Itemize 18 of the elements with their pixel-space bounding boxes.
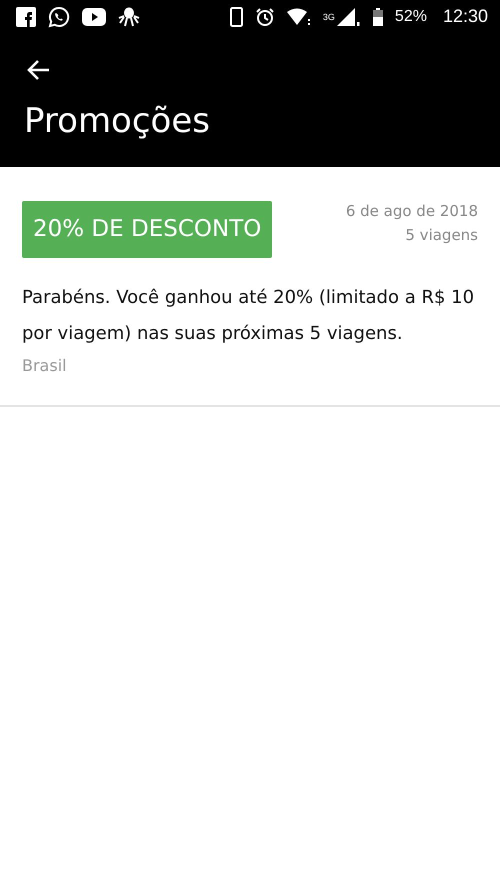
promo-description: Parabéns. Você ganhou até 20% (limitado a R$ 10 por viagem) nas suas próximas 5 viagens. <box>22 286 476 346</box>
signal-icon <box>336 8 361 26</box>
wifi-icon <box>286 8 311 26</box>
battery-percentage: 52% <box>394 8 427 26</box>
trip-count: 5 viagens <box>405 225 478 246</box>
octopus-icon <box>118 6 140 28</box>
battery-icon <box>372 8 383 26</box>
promo-region: Brasil <box>22 356 68 375</box>
page-title: Promoções <box>24 101 210 141</box>
discount-badge: 20% DE DESCONTO <box>22 201 272 258</box>
phone-icon <box>230 6 243 26</box>
alarm-clock-icon <box>254 6 275 26</box>
clock-time: 12:30 <box>442 6 488 27</box>
network-type-label: 3G <box>322 12 335 22</box>
facebook-icon <box>16 6 36 26</box>
play-button-icon <box>82 8 106 26</box>
chat-bubble-icon <box>48 6 70 28</box>
promo-date: 6 de ago de 2018 <box>346 201 478 222</box>
